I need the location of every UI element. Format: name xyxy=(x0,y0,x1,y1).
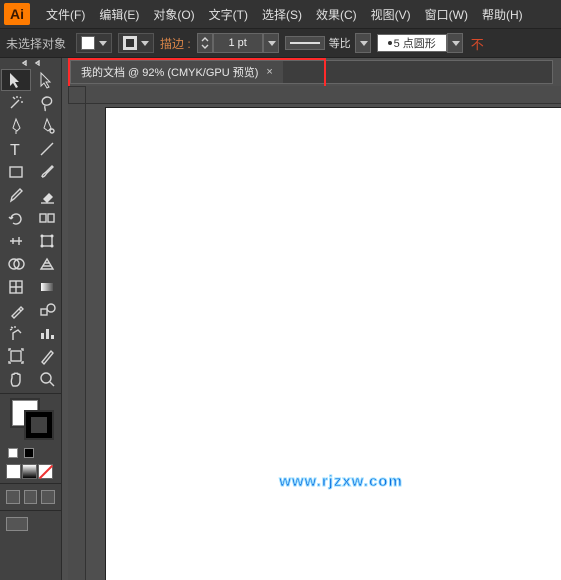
stroke-weight-stepper[interactable] xyxy=(197,33,213,53)
canvas-area: 我的文档 @ 92% (CMYK/GPU 预览) × www.rjzxw.com xyxy=(62,58,561,580)
draw-normal[interactable] xyxy=(6,490,20,504)
fill-swatch[interactable] xyxy=(76,33,112,53)
line-segment-tool[interactable] xyxy=(32,138,62,160)
curvature-tool[interactable] xyxy=(32,115,62,137)
screen-mode-button[interactable] xyxy=(6,517,28,531)
color-mode-none[interactable] xyxy=(38,464,53,479)
caret-down-icon xyxy=(99,41,107,46)
direct-selection-tool[interactable] xyxy=(32,69,62,91)
stroke-profile-dropdown[interactable] xyxy=(355,33,371,53)
opacity-label-cut: 不 xyxy=(471,34,484,53)
artboard-tool[interactable] xyxy=(1,345,31,367)
svg-text:T: T xyxy=(10,142,20,158)
default-fill-stroke-icon[interactable] xyxy=(24,448,34,458)
document-tab-title: 我的文档 @ 92% (CMYK/GPU 预览) xyxy=(81,64,258,80)
hand-tool[interactable] xyxy=(1,368,31,390)
mesh-tool[interactable] xyxy=(1,276,31,298)
ruler-origin[interactable] xyxy=(68,86,86,104)
menu-edit[interactable]: 编辑(E) xyxy=(93,2,145,27)
ratio-label: 等比 xyxy=(329,35,351,51)
stroke-label: 描边 : xyxy=(160,35,191,52)
stroke-profile[interactable] xyxy=(285,36,325,50)
draw-behind[interactable] xyxy=(24,490,38,504)
menu-bar: Ai 文件(F) 编辑(E) 对象(O) 文字(T) 选择(S) 效果(C) 视… xyxy=(0,0,561,28)
color-mode-row xyxy=(0,462,61,481)
slice-tool[interactable] xyxy=(32,345,62,367)
reflect-tool[interactable] xyxy=(32,207,62,229)
toolbox: T xyxy=(0,58,62,580)
column-graph-tool[interactable] xyxy=(32,322,62,344)
selection-status: 未选择对象 xyxy=(6,35,66,52)
shape-builder-tool[interactable] xyxy=(1,253,31,275)
brush-label: 5 点圆形 xyxy=(394,35,436,51)
caret-down-icon xyxy=(141,41,149,46)
type-tool[interactable]: T xyxy=(1,138,31,160)
brush-dropdown[interactable] xyxy=(447,33,463,53)
lasso-tool[interactable] xyxy=(32,92,62,114)
pencil-tool[interactable] xyxy=(1,184,31,206)
paintbrush-tool[interactable] xyxy=(32,161,62,183)
rectangle-tool[interactable] xyxy=(1,161,31,183)
draw-mode-row xyxy=(0,486,61,508)
width-tool[interactable] xyxy=(1,230,31,252)
color-mode-gradient[interactable] xyxy=(22,464,37,479)
stroke-swatch[interactable] xyxy=(118,33,154,53)
screen-mode-row xyxy=(0,513,61,535)
fill-stroke-control[interactable] xyxy=(6,400,55,446)
brush-definition[interactable]: 5 点圆形 xyxy=(377,34,447,52)
toolbox-handle[interactable] xyxy=(0,58,61,68)
artboard-canvas[interactable]: www.rjzxw.com xyxy=(106,108,561,580)
color-mode-solid[interactable] xyxy=(6,464,21,479)
close-tab-icon[interactable]: × xyxy=(266,66,272,78)
free-transform-tool[interactable] xyxy=(32,230,62,252)
document-tab[interactable]: 我的文档 @ 92% (CMYK/GPU 预览) × xyxy=(71,61,283,83)
ruler-horizontal[interactable] xyxy=(86,86,561,104)
document-tab-bar: 我的文档 @ 92% (CMYK/GPU 预览) × xyxy=(70,60,553,84)
perspective-grid-tool[interactable] xyxy=(32,253,62,275)
menu-object[interactable]: 对象(O) xyxy=(147,2,200,27)
ruler-vertical[interactable] xyxy=(68,86,86,580)
blend-tool[interactable] xyxy=(32,299,62,321)
menu-select[interactable]: 选择(S) xyxy=(256,2,308,27)
eraser-tool[interactable] xyxy=(32,184,62,206)
menu-help[interactable]: 帮助(H) xyxy=(476,2,529,27)
rotate-tool[interactable] xyxy=(1,207,31,229)
symbol-sprayer-tool[interactable] xyxy=(1,322,31,344)
menu-file[interactable]: 文件(F) xyxy=(40,2,91,27)
menu-window[interactable]: 窗口(W) xyxy=(419,2,474,27)
menu-effect[interactable]: 效果(C) xyxy=(310,2,363,27)
menu-view[interactable]: 视图(V) xyxy=(365,2,417,27)
swap-fill-stroke-icon[interactable] xyxy=(8,448,18,458)
workspace: T xyxy=(0,58,561,580)
stroke-weight-field[interactable]: 1 pt xyxy=(213,33,263,53)
gradient-tool[interactable] xyxy=(32,276,62,298)
menu-type[interactable]: 文字(T) xyxy=(203,2,254,27)
pen-tool[interactable] xyxy=(1,115,31,137)
zoom-tool[interactable] xyxy=(32,368,62,390)
options-bar: 未选择对象 描边 : 1 pt 等比 5 点圆形 不 xyxy=(0,28,561,58)
selection-tool[interactable] xyxy=(1,69,31,91)
stroke-box[interactable] xyxy=(26,412,52,438)
eyedropper-tool[interactable] xyxy=(1,299,31,321)
stroke-weight-dropdown[interactable] xyxy=(263,33,279,53)
app-logo-icon: Ai xyxy=(4,3,30,25)
magic-wand-tool[interactable] xyxy=(1,92,31,114)
draw-inside[interactable] xyxy=(41,490,55,504)
watermark-text: www.rjzxw.com xyxy=(279,473,403,490)
